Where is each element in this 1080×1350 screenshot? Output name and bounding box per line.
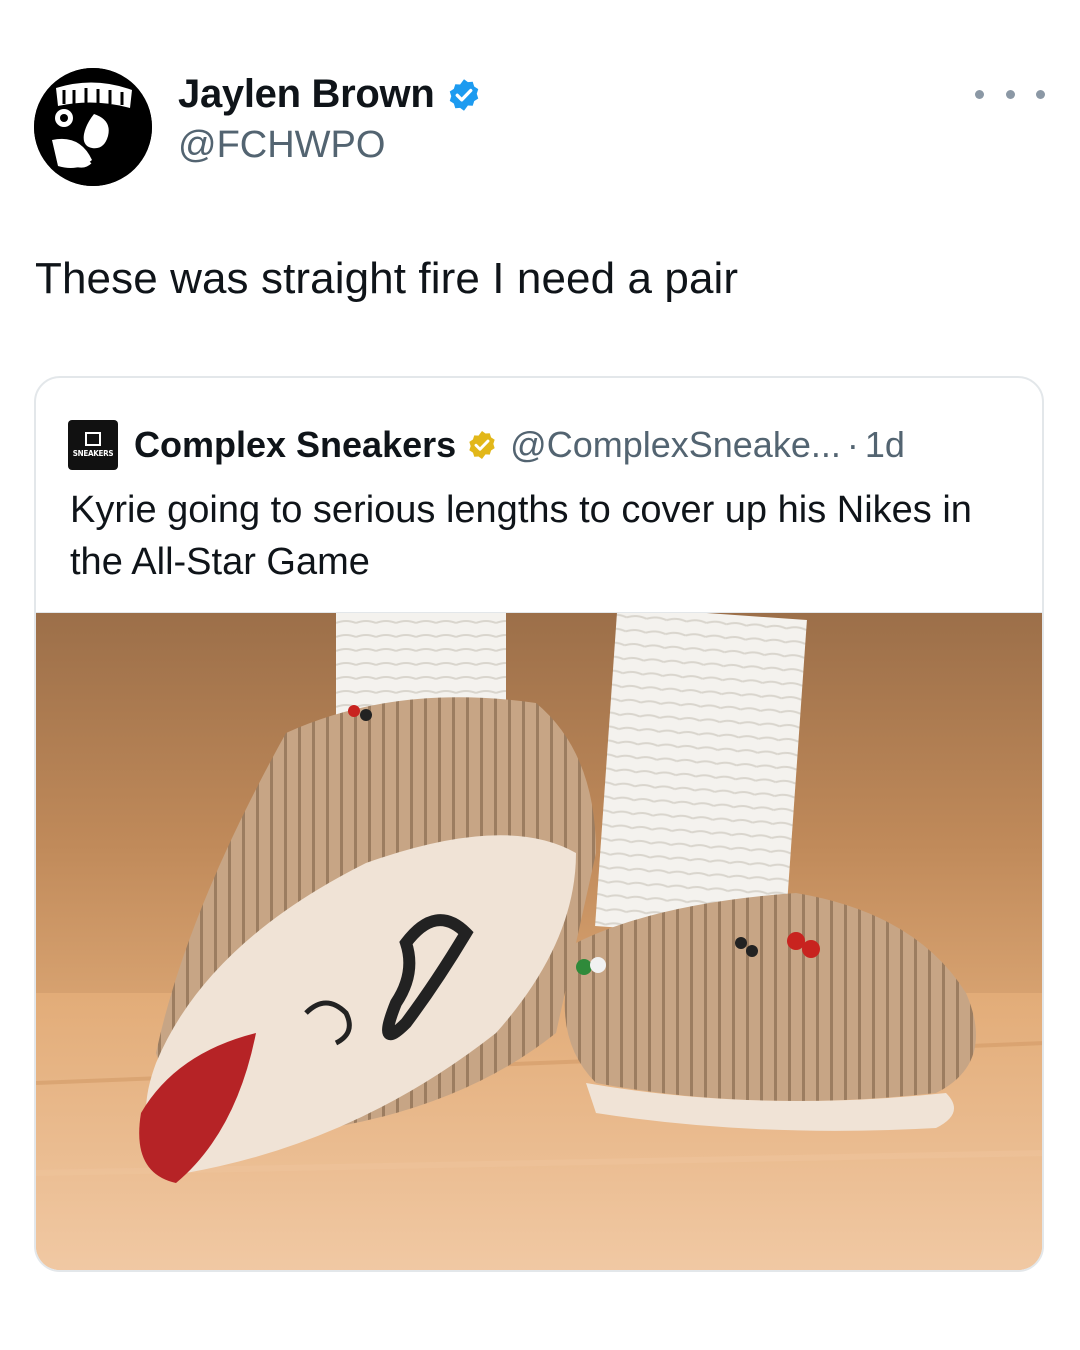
- fringed-moccasin-sneakers-photo-icon: [36, 606, 1042, 1270]
- liber-logo-avatar-icon: [34, 68, 152, 186]
- quoted-tweet-media[interactable]: [36, 606, 1042, 1270]
- dot: [1005, 89, 1015, 99]
- separator: ·: [846, 424, 859, 465]
- quoted-tweet-text: Kyrie going to serious lengths to cover …: [70, 489, 972, 583]
- logo-text: SNEAKERS: [72, 449, 114, 458]
- tweet-text: These was straight fire I need a pair: [35, 254, 739, 303]
- gold-verified-badge-icon: [469, 431, 495, 459]
- quoted-tweet-time[interactable]: 1d: [865, 424, 905, 466]
- author-name-row[interactable]: Jaylen Brown: [178, 72, 482, 117]
- verified-badge-icon: [450, 78, 479, 111]
- dot: [975, 89, 984, 99]
- author-handle[interactable]: @FCHWPO: [178, 124, 385, 167]
- logo-mark: [85, 432, 101, 446]
- complex-sneakers-logo-icon[interactable]: SNEAKERS: [68, 420, 118, 470]
- quoted-author-name[interactable]: Complex Sneakers: [134, 424, 456, 466]
- more-options-icon[interactable]: [975, 82, 1045, 106]
- author-avatar[interactable]: [34, 68, 152, 186]
- quoted-author-handle[interactable]: @ComplexSneake...: [510, 424, 841, 466]
- quoted-tweet-card[interactable]: SNEAKERS Complex Sneakers @ComplexSneake…: [34, 376, 1044, 1272]
- quoted-tweet-header: SNEAKERS Complex Sneakers @ComplexSneake…: [68, 420, 905, 470]
- dot: [1036, 89, 1045, 99]
- author-name[interactable]: Jaylen Brown: [178, 72, 435, 117]
